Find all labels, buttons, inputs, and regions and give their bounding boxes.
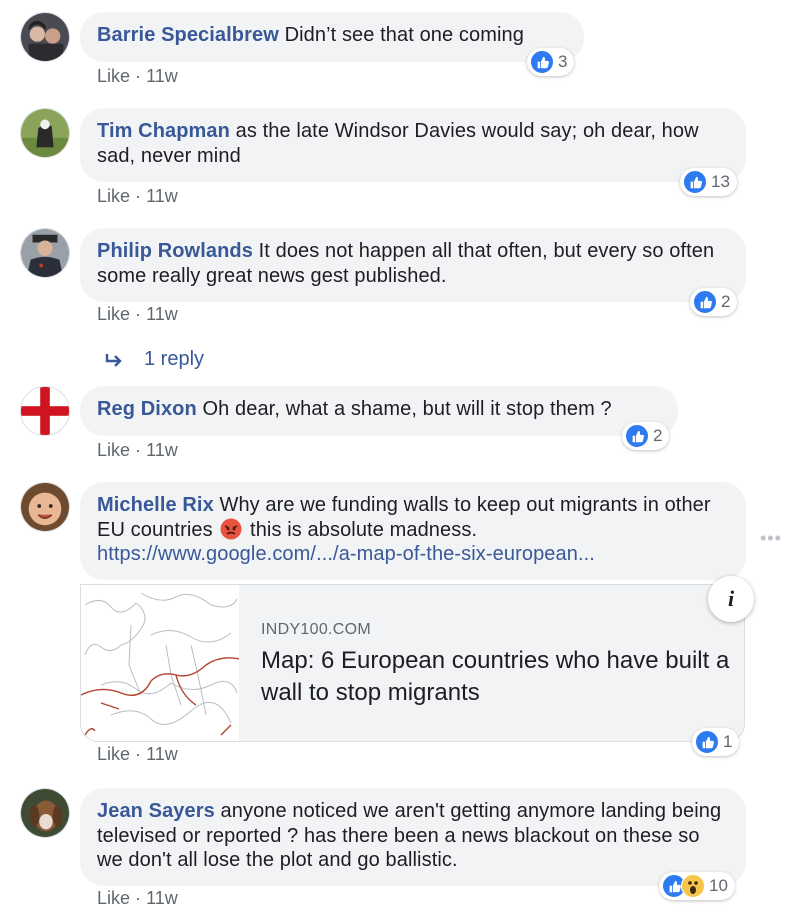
comment-text-continued: this is absolute madness. [250, 518, 478, 541]
comment-author[interactable]: Jean Sayers [97, 800, 215, 822]
comment-url-link[interactable]: https://www.google.com/.../a-map-of-the-… [97, 543, 595, 565]
comment-text: Oh dear, what a shame, but will it stop … [202, 398, 612, 420]
reaction-summary[interactable]: 1 [692, 728, 740, 756]
timestamp[interactable]: 11w [146, 66, 178, 86]
comment-bubble: Reg Dixon Oh dear, what a shame, but wil… [80, 386, 678, 436]
angry-face-icon [220, 518, 242, 539]
comment-bubble: Barrie Specialbrew Didn’t see that one c… [80, 12, 584, 62]
info-icon[interactable]: i [708, 576, 754, 622]
like-button[interactable]: Like [97, 304, 130, 324]
comment-bubble: Philip Rowlands It does not happen all t… [80, 228, 746, 302]
avatar[interactable] [20, 108, 70, 158]
comment-meta: Like · 11w [97, 440, 178, 461]
reaction-count: 2 [721, 292, 731, 311]
like-reaction-icon [683, 170, 707, 194]
reaction-count: 1 [723, 732, 733, 751]
separator: · [135, 744, 142, 764]
like-reaction-icon [693, 290, 717, 314]
link-domain: INDY100.COM [261, 621, 371, 638]
timestamp[interactable]: 11w [146, 304, 178, 324]
link-preview-card[interactable]: INDY100.COM Map: 6 European countries wh… [80, 584, 745, 742]
timestamp[interactable]: 11w [146, 440, 178, 460]
like-button[interactable]: Like [97, 186, 130, 206]
comment-author[interactable]: Tim Chapman [97, 120, 230, 142]
like-button[interactable]: Like [97, 744, 130, 764]
avatar[interactable] [20, 482, 70, 532]
reaction-summary[interactable]: 2 [622, 422, 670, 450]
reaction-summary[interactable]: 10 [659, 872, 735, 900]
comment-text: Didn’t see that one coming [284, 24, 524, 46]
comment-bubble: Michelle Rix Why are we funding walls to… [80, 482, 746, 580]
reaction-summary[interactable]: 3 [527, 48, 575, 76]
more-options-icon[interactable]: ••• [760, 528, 782, 549]
avatar[interactable] [20, 788, 70, 838]
timestamp[interactable]: 11w [146, 744, 178, 764]
separator: · [135, 186, 142, 206]
reply-count-label[interactable]: 1 reply [144, 348, 204, 371]
comment-author[interactable]: Philip Rowlands [97, 240, 253, 262]
comment-author[interactable]: Reg Dixon [97, 398, 197, 420]
reaction-count: 10 [709, 876, 728, 895]
reaction-count: 3 [558, 52, 568, 71]
comment-meta: Like · 11w [97, 66, 178, 87]
like-reaction-icon [530, 50, 554, 74]
separator: · [135, 440, 142, 460]
like-button[interactable]: Like [97, 440, 130, 460]
comment-bubble: Tim Chapman as the late Windsor Davies w… [80, 108, 746, 182]
reaction-count: 13 [711, 172, 730, 191]
comment-meta: Like · 11w [97, 888, 178, 909]
comment-meta: Like · 11w [97, 186, 178, 207]
view-replies-link[interactable]: 1 reply [104, 348, 204, 371]
wow-reaction-icon [681, 874, 705, 898]
reaction-summary[interactable]: 2 [690, 288, 738, 316]
reaction-count: 2 [653, 426, 663, 445]
like-reaction-icon [695, 730, 719, 754]
separator: · [135, 304, 142, 324]
comment-author[interactable]: Barrie Specialbrew [97, 24, 279, 46]
comment-author[interactable]: Michelle Rix [97, 494, 214, 516]
map-thumbnail [81, 585, 239, 741]
avatar[interactable] [20, 228, 70, 278]
comment-meta: Like · 11w [97, 304, 178, 325]
link-title[interactable]: Map: 6 European countries who have built… [261, 645, 731, 709]
like-button[interactable]: Like [97, 888, 130, 908]
separator: · [135, 66, 142, 86]
like-button[interactable]: Like [97, 66, 130, 86]
reaction-summary[interactable]: 13 [680, 168, 737, 196]
separator: · [135, 888, 142, 908]
avatar[interactable] [20, 386, 70, 436]
like-reaction-icon [625, 424, 649, 448]
timestamp[interactable]: 11w [146, 186, 178, 206]
timestamp[interactable]: 11w [146, 888, 178, 908]
avatar[interactable] [20, 12, 70, 62]
comment-bubble: Jean Sayers anyone noticed we aren't get… [80, 788, 746, 886]
comment-meta: Like · 11w [97, 744, 178, 765]
reply-arrow-icon [105, 353, 122, 367]
